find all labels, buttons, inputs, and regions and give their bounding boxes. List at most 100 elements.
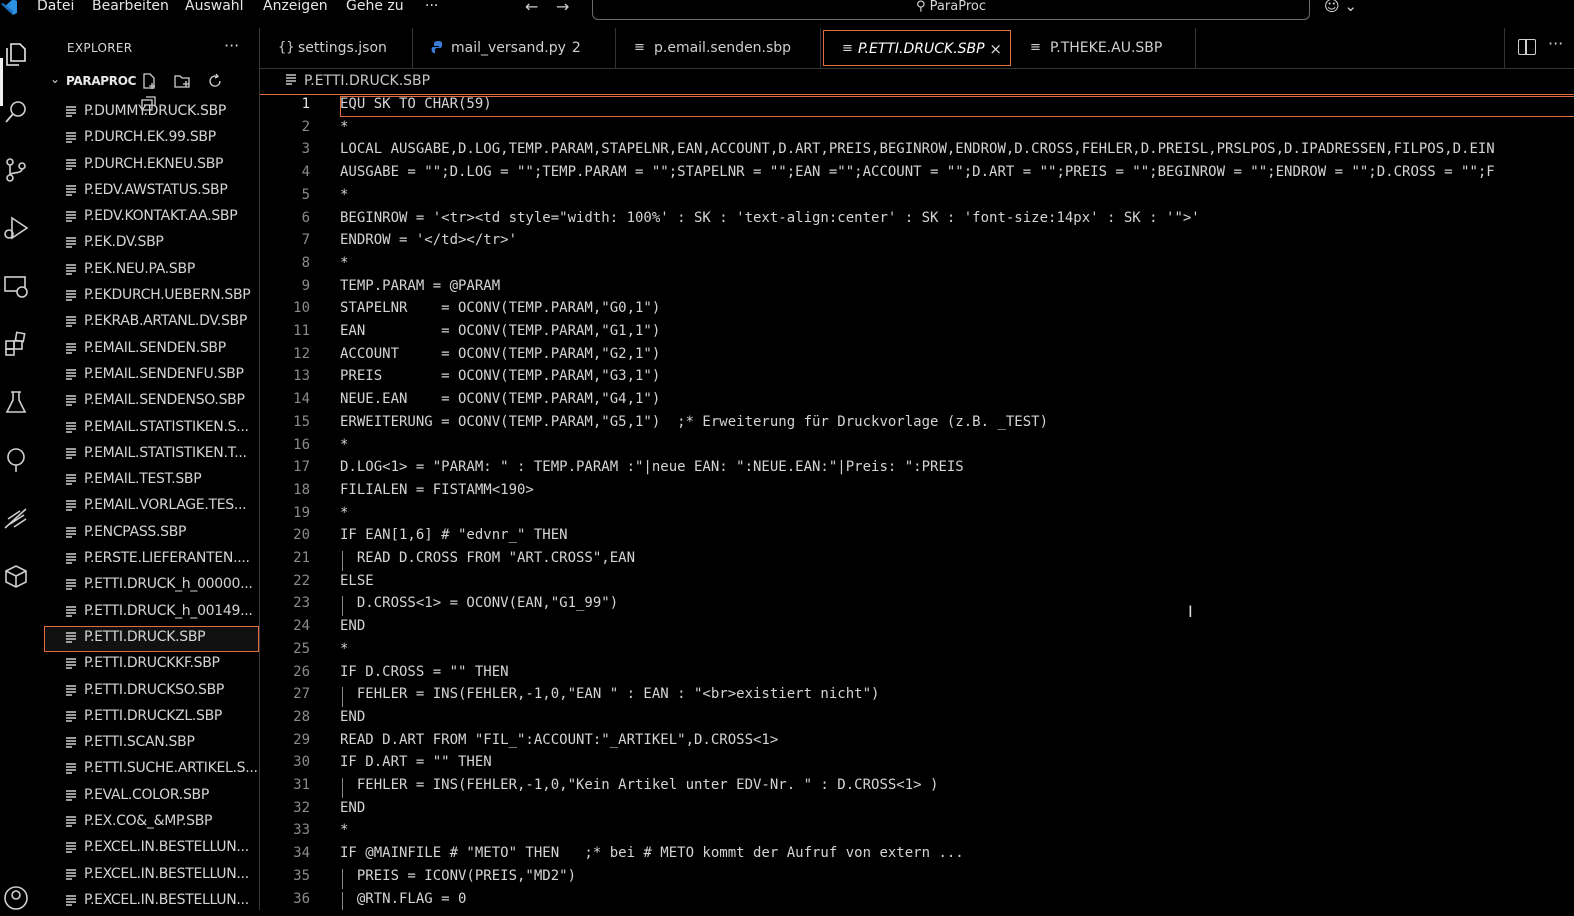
code-line: 19 * — [260, 505, 1574, 528]
tab-p-email-senden[interactable]: ≡ p.email.senden.sbp — [616, 28, 821, 68]
tab-settings-json[interactable]: {} settings.json — [260, 28, 413, 68]
file-item[interactable]: P.EMAIL.STATISTIKEN.T... — [44, 442, 259, 468]
code-text: ACCOUNT = OCONV(TEMP.PARAM,"G2,1") — [340, 345, 661, 362]
back-arrow-icon[interactable]: ← — [525, 0, 538, 16]
code-line: 8 * — [260, 255, 1574, 278]
file-item[interactable]: P.EKRAB.ARTANL.DV.SBP — [44, 310, 259, 336]
extensions-icon[interactable] — [2, 330, 30, 358]
file-item[interactable]: P.EMAIL.VORLAGE.TES... — [44, 494, 259, 520]
code-editor[interactable]: 1 EQU SK TO CHAR(59) 2 * 3 LOCAL AUSGABE,D.LO… — [260, 96, 1574, 910]
file-item[interactable]: P.ETTI.DRUCKKF.SBP — [44, 652, 259, 678]
line-number: 17 — [293, 459, 310, 476]
file-lines-icon — [66, 395, 76, 406]
file-item[interactable]: P.EMAIL.SENDEN.SBP — [44, 337, 259, 363]
file-item[interactable]: P.ENCPASS.SBP — [44, 521, 259, 547]
file-item[interactable]: P.EDV.KONTAKT.AA.SBP — [44, 205, 259, 231]
line-number: 1 — [301, 96, 310, 112]
file-name: P.DURCH.EK.99.SBP — [84, 129, 216, 146]
file-name: P.ETTI.DRUCK_h_00000... — [84, 576, 253, 593]
menu-bearbeiten[interactable]: Bearbeiten — [92, 0, 169, 14]
menu-gehe-zu[interactable]: Gehe zu — [346, 0, 404, 14]
explorer-icon[interactable] — [2, 40, 30, 68]
file-item[interactable]: P.ETTI.DRUCK_h_00000... — [44, 573, 259, 599]
line-number: 35 — [293, 867, 310, 884]
tab-p-etti-druck-active[interactable]: ≡ P.ETTI.DRUCK.SBP × — [823, 30, 1011, 66]
file-item[interactable]: P.EK.NEU.PA.SBP — [44, 258, 259, 284]
tree-icon[interactable] — [2, 446, 30, 474]
line-number: 11 — [293, 323, 310, 339]
file-item[interactable]: P.EMAIL.SENDENFU.SBP — [44, 363, 259, 389]
split-editor-icon[interactable] — [1518, 39, 1536, 55]
breadcrumb-file[interactable]: P.ETTI.DRUCK.SBP — [304, 73, 430, 89]
feather-icon[interactable] — [2, 504, 30, 532]
line-number: 28 — [293, 708, 310, 725]
file-item[interactable]: P.ERSTE.LIEFERANTEN.... — [44, 547, 259, 573]
code-text: D.LOG<1> = "PARAM: " : TEMP.PARAM :"|neu… — [340, 459, 964, 476]
copilot-icon[interactable]: ☺ ⌄ — [1324, 0, 1357, 15]
file-lines-icon — [66, 500, 76, 512]
file-item[interactable]: P.EVAL.COLOR.SBP — [44, 784, 259, 810]
source-control-icon[interactable] — [2, 156, 30, 184]
file-name: P.EK.DV.SBP — [84, 234, 164, 251]
file-item[interactable]: P.DURCH.EKNEU.SBP — [44, 153, 259, 179]
file-item[interactable]: P.EMAIL.STATISTIKEN.S... — [44, 416, 259, 442]
file-item[interactable]: P.EMAIL.TEST.SBP — [44, 468, 259, 494]
code-line: 1 EQU SK TO CHAR(59) — [260, 96, 1574, 119]
explorer-more-button[interactable]: ··· — [224, 36, 239, 55]
file-item[interactable]: P.ETTI.DRUCKZL.SBP — [44, 705, 259, 731]
file-item[interactable]: P.EK.DV.SBP — [44, 231, 259, 257]
file-item[interactable]: P.EXCEL.IN.BESTELLUN... — [44, 889, 259, 910]
file-item[interactable]: P.ETTI.DRUCKSO.SBP — [44, 679, 259, 705]
line-number: 13 — [293, 368, 310, 385]
file-item[interactable]: P.ETTI.SCAN.SBP — [44, 731, 259, 757]
file-item[interactable]: P.ETTI.DRUCK_h_00149... — [44, 600, 259, 626]
tabs-more-button[interactable]: ··· — [1548, 34, 1563, 53]
chevron-down-icon[interactable]: ⌄ — [50, 72, 60, 86]
file-name: P.EMAIL.STATISTIKEN.S... — [84, 418, 249, 435]
run-debug-icon[interactable] — [2, 214, 30, 242]
close-icon[interactable]: × — [989, 40, 1002, 58]
file-item[interactable]: P.EX.CO&_&MP.SBP — [44, 810, 259, 836]
tabs-divider — [1504, 28, 1505, 68]
file-item[interactable]: P.ETTI.DRUCK.SBP — [44, 625, 259, 653]
file-item[interactable]: P.EXCEL.IN.BESTELLUN... — [44, 836, 259, 862]
file-lines-icon — [66, 237, 76, 249]
tab-mail-versand-py[interactable]: mail_versand.py 2 — [413, 28, 616, 68]
package-icon[interactable] — [2, 562, 30, 590]
tab-p-theke-au[interactable]: ≡ P.THEKE.AU.SBP — [1012, 28, 1196, 68]
file-item[interactable]: P.EMAIL.SENDENSO.SBP — [44, 389, 259, 415]
account-icon[interactable] — [2, 884, 30, 912]
file-item[interactable]: P.DURCH.EK.99.SBP — [44, 126, 259, 152]
file-item[interactable]: P.ETTI.SUCHE.ARTIKEL.S... — [44, 757, 259, 783]
command-center-search[interactable]: ⚲ ParaProc — [592, 0, 1310, 20]
line-number: 3 — [301, 141, 310, 158]
folder-header[interactable]: ⌄ PARAPROC — [44, 72, 259, 111]
code-text: FEHLER = INS(FEHLER,-1,0,"EAN " : EAN : … — [340, 686, 880, 703]
menu-anzeigen[interactable]: Anzeigen — [263, 0, 328, 14]
testing-flask-icon[interactable] — [2, 388, 30, 416]
file-lines-icon — [66, 421, 76, 433]
menu-more-button[interactable]: ··· — [425, 0, 438, 14]
forward-arrow-icon[interactable]: → — [556, 0, 569, 16]
file-item[interactable]: P.EXCEL.IN.BESTELLUN... — [44, 863, 259, 889]
new-file-icon[interactable] — [140, 72, 158, 90]
file-lines-icon — [66, 474, 76, 485]
file-item[interactable]: P.EKDURCH.UEBERN.SBP — [44, 284, 259, 310]
file-lines-icon — [66, 132, 76, 143]
new-folder-icon[interactable] — [173, 72, 191, 90]
file-lines-icon — [286, 74, 296, 85]
code-line: 35 PREIS = ICONV(PREIS,"MD2") — [260, 868, 1574, 891]
line-number: 5 — [301, 186, 310, 203]
remote-explorer-icon[interactable] — [2, 272, 30, 300]
menu-datei[interactable]: Datei — [37, 0, 74, 14]
menu-auswahl[interactable]: Auswahl — [185, 0, 244, 14]
file-name: P.EKDURCH.UEBERN.SBP — [84, 287, 251, 304]
search-sidebar-icon[interactable] — [2, 98, 30, 126]
file-name: P.EDV.KONTAKT.AA.SBP — [84, 208, 238, 225]
file-item[interactable]: P.EDV.AWSTATUS.SBP — [44, 179, 259, 205]
file-item[interactable]: P.DUMMY.DRUCK.SBP — [44, 100, 259, 126]
refresh-icon[interactable] — [206, 72, 224, 90]
file-name: P.EXCEL.IN.BESTELLUN... — [84, 839, 249, 856]
problem-count-badge: 2 — [571, 40, 581, 56]
file-name: P.ETTI.DRUCK_h_00149... — [84, 602, 253, 619]
